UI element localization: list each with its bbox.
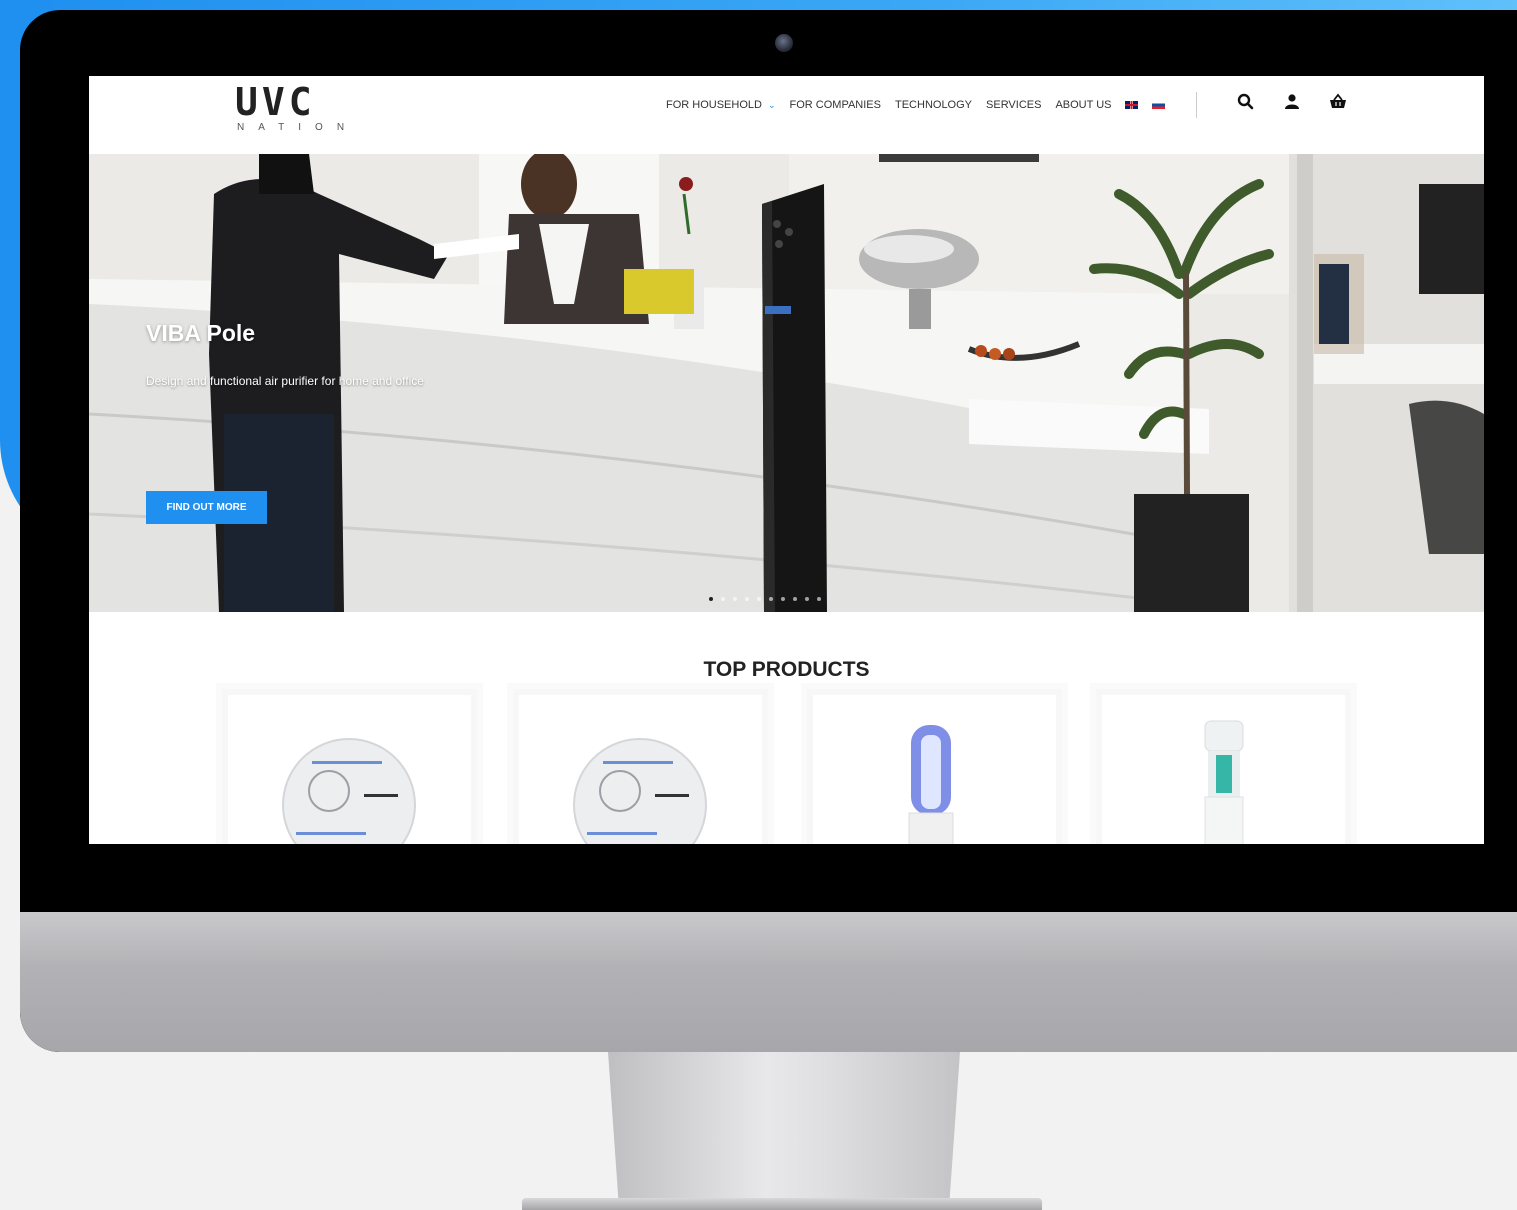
basket-icon[interactable]	[1328, 92, 1348, 112]
chevron-down-icon[interactable]: ⌄	[768, 100, 776, 111]
monitor-stand-base	[522, 1198, 1042, 1210]
uv-lamp-tower-image	[1204, 720, 1244, 844]
monitor-chin	[20, 912, 1517, 1052]
nav-for-household[interactable]: FOR HOUSEHOLD	[666, 99, 762, 111]
nav-about-us[interactable]: ABOUT US	[1055, 99, 1111, 111]
hero-subtitle: Design and functional air purifier for h…	[146, 374, 424, 388]
top-products-title: TOP PRODUCTS	[703, 658, 870, 681]
sk-flag-icon[interactable]	[1152, 101, 1166, 109]
product-card[interactable]	[1096, 689, 1351, 844]
slider-dot[interactable]	[709, 597, 713, 601]
slider-dot[interactable]	[745, 597, 749, 601]
user-icon[interactable]	[1282, 92, 1302, 112]
slider-dots	[709, 597, 821, 601]
hero-title: VIBA Pole	[146, 320, 256, 346]
en-flag-icon[interactable]	[1125, 101, 1139, 109]
nav-technology[interactable]: TECHNOLOGY	[895, 99, 972, 111]
slider-dot[interactable]	[817, 597, 821, 601]
camera-icon	[775, 34, 793, 52]
slider-dot[interactable]	[733, 597, 737, 601]
find-out-more-button[interactable]: FIND OUT MORE	[146, 491, 267, 524]
monitor-stand	[608, 1052, 960, 1202]
round-purifier-image	[282, 738, 416, 844]
main-nav: FOR HOUSEHOLD ⌄ FOR COMPANIES TECHNOLOGY…	[666, 97, 1166, 113]
search-icon[interactable]	[1236, 92, 1256, 112]
slider-dot[interactable]	[721, 597, 725, 601]
nav-divider	[1196, 92, 1197, 118]
browser-screen: UVC NATION FOR HOUSEHOLD ⌄ FOR COMPANIES…	[89, 76, 1484, 844]
site-logo-subtitle: NATION	[237, 122, 359, 133]
product-card[interactable]	[222, 689, 477, 844]
site-logo[interactable]: UVC	[235, 82, 351, 122]
round-purifier-image	[573, 738, 707, 844]
slider-dot[interactable]	[757, 597, 761, 601]
site-header: UVC NATION FOR HOUSEHOLD ⌄ FOR COMPANIES…	[89, 76, 1484, 154]
product-card[interactable]	[513, 689, 768, 844]
uv-lamp-blue-image	[908, 725, 954, 844]
slider-dot[interactable]	[805, 597, 809, 601]
hero-banner: VIBA Pole Design and functional air puri…	[89, 154, 1484, 612]
product-card[interactable]	[807, 689, 1062, 844]
slider-dot[interactable]	[769, 597, 773, 601]
slider-dot[interactable]	[793, 597, 797, 601]
nav-services[interactable]: SERVICES	[986, 99, 1041, 111]
slider-dot[interactable]	[781, 597, 785, 601]
nav-for-companies[interactable]: FOR COMPANIES	[790, 99, 881, 111]
